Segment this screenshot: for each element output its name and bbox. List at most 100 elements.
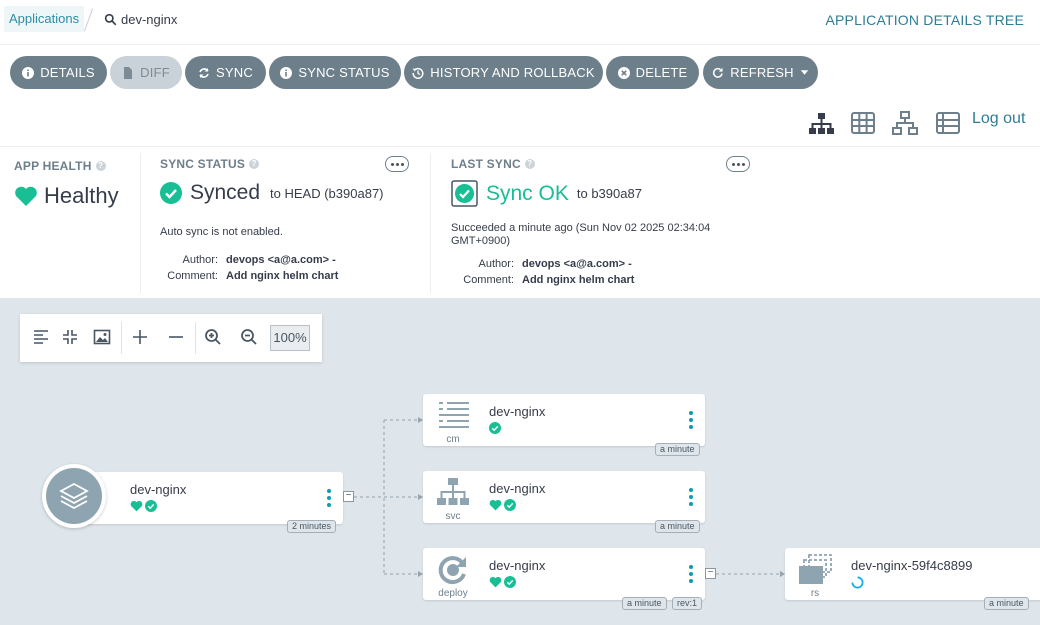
history-icon xyxy=(412,67,424,79)
configmap-node[interactable]: cm dev-nginx xyxy=(423,394,705,446)
check-circle-icon xyxy=(504,499,516,511)
status-divider xyxy=(430,153,431,293)
details-button[interactable]: DETAILS xyxy=(10,56,107,89)
heart-icon xyxy=(15,186,37,206)
diff-button-label: DIFF xyxy=(140,65,170,80)
sync-status-more-button[interactable] xyxy=(385,156,409,172)
last-sync-target: to b390a87 xyxy=(576,186,642,201)
sync-status-button-label: SYNC STATUS xyxy=(298,65,390,80)
replicaset-age: a minute xyxy=(984,597,1029,610)
delete-button-label: DELETE xyxy=(635,65,688,80)
replicaset-icon xyxy=(799,554,832,584)
breadcrumb-separator xyxy=(83,8,94,32)
configmap-age: a minute xyxy=(655,443,700,456)
last-sync-text: Sync OK xyxy=(486,181,569,205)
info-icon xyxy=(22,66,35,79)
list-view-icon[interactable] xyxy=(935,110,961,136)
service-age: a minute xyxy=(655,520,700,533)
check-circle-icon xyxy=(489,422,501,434)
service-node[interactable]: svc dev-nginx xyxy=(423,471,705,523)
sync-status-target: to HEAD (b390a87) xyxy=(270,185,384,201)
app-icon-bg xyxy=(46,468,102,524)
author-value: devops <a@a.com> - xyxy=(522,258,632,270)
deployment-node[interactable]: deploy dev-nginx xyxy=(423,548,705,600)
sync-button[interactable]: SYNC xyxy=(185,56,266,89)
spinner-icon xyxy=(851,576,864,589)
collapse-button[interactable]: − xyxy=(343,491,354,502)
sync-status-label-text: SYNC STATUS xyxy=(160,157,246,171)
info-icon xyxy=(280,66,293,79)
deployment-age: a minute xyxy=(622,597,667,610)
history-rollback-button[interactable]: HISTORY AND ROLLBACK xyxy=(404,56,603,89)
deployment-icon xyxy=(438,556,466,585)
last-sync-more-button[interactable] xyxy=(726,156,750,172)
heart-icon xyxy=(489,499,502,511)
sync-status-label: SYNC STATUS ? xyxy=(160,157,260,171)
service-name: dev-nginx xyxy=(489,481,546,496)
app-node-name: dev-nginx xyxy=(130,482,187,497)
last-sync-comment-row: Comment: Add nginx helm chart xyxy=(456,270,634,288)
service-kind: svc xyxy=(445,511,461,522)
help-icon[interactable]: ? xyxy=(249,159,260,169)
top-bar: Applications dev-nginx APPLICATION DETAI… xyxy=(0,0,1040,40)
resource-tree-canvas[interactable]: 100% dev-nginx − 2 minutes cm dev-nginx xyxy=(0,298,1040,625)
collapse-button[interactable]: − xyxy=(705,568,716,579)
last-sync-succeeded-line1: Succeeded a minute ago (Sun Nov 02 2025 … xyxy=(451,222,711,234)
delete-icon xyxy=(617,66,630,79)
configmap-menu-icon[interactable] xyxy=(689,411,693,429)
deployment-kind: deploy xyxy=(438,588,468,599)
last-sync-succeeded-line2: GMT+0900) xyxy=(451,235,510,247)
check-circle-icon xyxy=(160,182,182,204)
last-sync-label-text: LAST SYNC xyxy=(451,157,521,171)
history-rollback-button-label: HISTORY AND ROLLBACK xyxy=(430,65,595,80)
logout-link[interactable]: Log out xyxy=(972,110,1025,128)
app-node-menu-icon[interactable] xyxy=(327,489,331,507)
help-icon[interactable]: ? xyxy=(524,159,535,169)
app-health-text: Healthy xyxy=(44,183,119,208)
status-panel: APP HEALTH ? Healthy SYNC STATUS ? Synce… xyxy=(0,146,1040,298)
service-menu-icon[interactable] xyxy=(689,488,693,506)
breadcrumb-current[interactable]: dev-nginx xyxy=(104,12,177,27)
delete-button[interactable]: DELETE xyxy=(606,56,699,89)
deployment-menu-icon[interactable] xyxy=(689,565,693,583)
sync-comment-row: Comment: Add nginx helm chart xyxy=(160,266,338,284)
comment-key: Comment: xyxy=(463,274,514,286)
heart-icon xyxy=(130,500,143,512)
tree-view-icon[interactable] xyxy=(808,110,834,136)
app-node-status xyxy=(130,500,157,512)
sync-icon xyxy=(199,67,209,78)
author-value: devops <a@a.com> - xyxy=(226,254,336,266)
status-divider xyxy=(140,153,141,293)
app-health-label: APP HEALTH ? xyxy=(14,159,106,173)
caret-down-icon xyxy=(800,70,809,75)
app-node-circle[interactable] xyxy=(42,464,106,528)
replicaset-node[interactable]: rs dev-nginx-59f4c8899 xyxy=(785,548,1040,600)
last-sync-value: Sync OK to b390a87 xyxy=(451,180,642,207)
configmap-status xyxy=(489,422,501,434)
service-status xyxy=(489,499,516,511)
sync-status-value: Synced to HEAD (b390a87) xyxy=(160,181,384,205)
network-view-icon[interactable] xyxy=(892,110,918,136)
view-switcher xyxy=(0,102,1040,146)
diff-button[interactable]: DIFF xyxy=(110,56,182,89)
breadcrumb-applications-link[interactable]: Applications xyxy=(4,6,85,32)
configmap-icon xyxy=(439,402,469,428)
comment-value: Add nginx helm chart xyxy=(522,274,635,286)
last-sync-succeeded: Succeeded a minute ago (Sun Nov 02 2025 … xyxy=(451,222,710,248)
app-health-label-text: APP HEALTH xyxy=(14,159,92,173)
check-square-icon xyxy=(451,180,478,207)
sync-button-label: SYNC xyxy=(216,65,253,80)
replicaset-status xyxy=(851,576,864,589)
sync-status-button[interactable]: SYNC STATUS xyxy=(269,56,401,89)
service-icon xyxy=(437,478,469,505)
last-sync-label: LAST SYNC ? xyxy=(451,157,535,171)
pods-view-icon[interactable] xyxy=(850,110,876,136)
replicaset-name: dev-nginx-59f4c8899 xyxy=(851,558,973,573)
help-icon[interactable]: ? xyxy=(95,161,106,171)
configmap-kind: cm xyxy=(446,434,460,445)
deployment-status xyxy=(489,576,516,588)
refresh-button[interactable]: REFRESH xyxy=(703,56,818,89)
app-node-age: 2 minutes xyxy=(287,520,337,533)
refresh-icon xyxy=(713,67,723,78)
search-icon xyxy=(104,13,117,26)
